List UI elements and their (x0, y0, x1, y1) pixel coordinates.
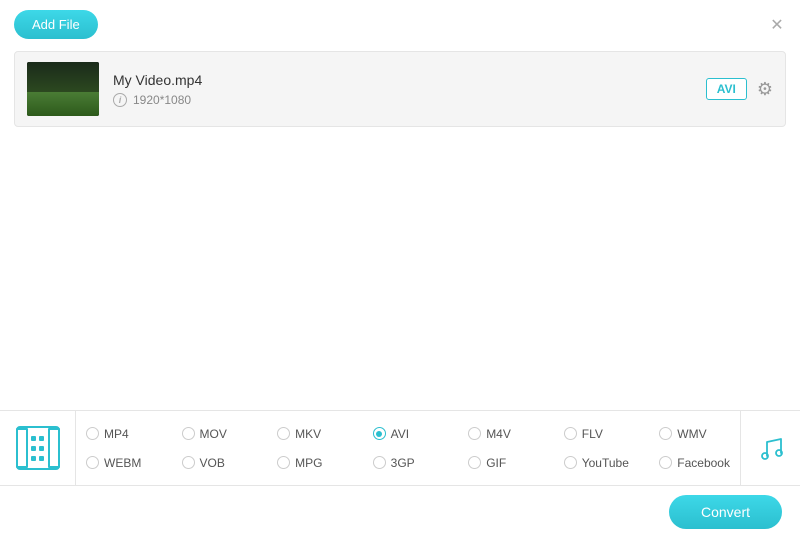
format-label-mkv: MKV (295, 427, 321, 441)
format-option-m4v[interactable]: M4V (468, 427, 564, 441)
format-option-vob[interactable]: VOB (182, 456, 278, 470)
format-option-3gp[interactable]: 3GP (373, 456, 469, 470)
format-label-vob: VOB (200, 456, 225, 470)
info-icon: i (113, 93, 127, 107)
format-label-mpg: MPG (295, 456, 322, 470)
format-label-youtube: YouTube (582, 456, 629, 470)
radio-gif[interactable] (468, 456, 481, 469)
format-grid: MP4 MOV MKV AVI M4V FLV WMV WEBM (76, 411, 740, 485)
radio-mov[interactable] (182, 427, 195, 440)
radio-mpg[interactable] (277, 456, 290, 469)
format-option-mov[interactable]: MOV (182, 427, 278, 441)
bottom-actions: Convert (0, 486, 800, 538)
format-label-facebook: Facebook (677, 456, 730, 470)
format-option-wmv[interactable]: WMV (659, 427, 730, 441)
format-option-gif[interactable]: GIF (468, 456, 564, 470)
format-label-gif: GIF (486, 456, 506, 470)
format-badge[interactable]: AVI (706, 78, 747, 100)
format-label-m4v: M4V (486, 427, 511, 441)
radio-m4v[interactable] (468, 427, 481, 440)
file-actions: AVI ⚙ (706, 78, 773, 100)
format-label-wmv: WMV (677, 427, 706, 441)
film-icon (16, 426, 60, 470)
radio-facebook[interactable] (659, 456, 672, 469)
radio-youtube[interactable] (564, 456, 577, 469)
file-list: My Video.mp4 i 1920*1080 AVI ⚙ (14, 51, 786, 127)
radio-mkv[interactable] (277, 427, 290, 440)
add-file-button[interactable]: Add File (14, 10, 98, 39)
file-name: My Video.mp4 (113, 72, 706, 88)
format-option-youtube[interactable]: YouTube (564, 456, 660, 470)
radio-flv[interactable] (564, 427, 577, 440)
radio-mp4[interactable] (86, 427, 99, 440)
video-format-icon-area (0, 411, 76, 485)
radio-3gp[interactable] (373, 456, 386, 469)
format-option-facebook[interactable]: Facebook (659, 456, 730, 470)
title-bar: Add File ✕ (0, 0, 800, 45)
format-label-3gp: 3GP (391, 456, 415, 470)
music-icon-area[interactable] (740, 411, 800, 485)
format-label-mov: MOV (200, 427, 227, 441)
format-label-flv: FLV (582, 427, 603, 441)
format-option-flv[interactable]: FLV (564, 427, 660, 441)
format-label-mp4: MP4 (104, 427, 129, 441)
format-bar: MP4 MOV MKV AVI M4V FLV WMV WEBM (0, 410, 800, 486)
format-label-webm: WEBM (104, 456, 141, 470)
video-thumbnail (27, 62, 99, 116)
format-option-mkv[interactable]: MKV (277, 427, 373, 441)
format-option-webm[interactable]: WEBM (86, 456, 182, 470)
file-info: My Video.mp4 i 1920*1080 (99, 72, 706, 107)
file-resolution: 1920*1080 (133, 93, 191, 107)
music-note-icon (757, 434, 785, 462)
radio-webm[interactable] (86, 456, 99, 469)
format-label-avi: AVI (391, 427, 409, 441)
radio-vob[interactable] (182, 456, 195, 469)
radio-avi[interactable] (373, 427, 386, 440)
close-button[interactable]: ✕ (768, 16, 786, 34)
format-option-mpg[interactable]: MPG (277, 456, 373, 470)
file-item: My Video.mp4 i 1920*1080 AVI ⚙ (15, 52, 785, 126)
radio-wmv[interactable] (659, 427, 672, 440)
file-meta: i 1920*1080 (113, 93, 706, 107)
convert-button[interactable]: Convert (669, 495, 782, 529)
settings-icon[interactable]: ⚙ (757, 79, 773, 100)
format-option-avi[interactable]: AVI (373, 427, 469, 441)
format-option-mp4[interactable]: MP4 (86, 427, 182, 441)
